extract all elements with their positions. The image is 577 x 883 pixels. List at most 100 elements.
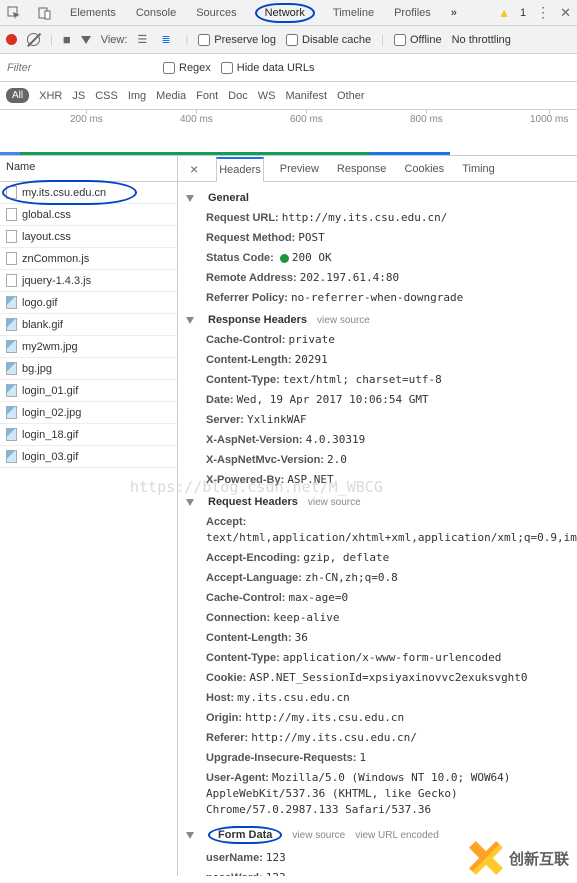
disclosure-triangle-icon [186, 317, 194, 324]
view-url-encoded-link[interactable]: view URL encoded [355, 830, 439, 841]
file-icon [6, 362, 17, 375]
header-value: http://my.its.csu.edu.cn [245, 711, 404, 724]
tab-network[interactable]: Network [255, 3, 315, 23]
file-name: my2wm.jpg [22, 341, 78, 353]
tab-cookies[interactable]: Cookies [402, 158, 446, 180]
type-xhr[interactable]: XHR [39, 90, 62, 102]
file-name: login_02.jpg [22, 407, 81, 419]
header-key: Remote Address: [206, 272, 297, 284]
header-key: userName: [206, 852, 263, 864]
header-value: 1 [359, 751, 366, 764]
regex-checkbox[interactable]: Regex [163, 62, 211, 74]
type-ws[interactable]: WS [258, 90, 276, 102]
header-row: Cache-Control: max-age=0 [186, 588, 573, 608]
large-rows-icon[interactable]: ☰ [137, 33, 151, 47]
view-source-link[interactable]: view source [308, 497, 361, 508]
inspect-icon[interactable] [6, 5, 21, 20]
tab-response[interactable]: Response [335, 158, 389, 180]
request-row[interactable]: znCommon.js [0, 248, 177, 270]
file-icon [6, 428, 17, 441]
tab-console[interactable]: Console [134, 2, 178, 24]
request-row[interactable]: jquery-1.4.3.js [0, 270, 177, 292]
type-media[interactable]: Media [156, 90, 186, 102]
disclosure-triangle-icon [186, 832, 194, 839]
file-name: bg.jpg [22, 363, 52, 375]
request-row[interactable]: login_02.jpg [0, 402, 177, 424]
header-value: max-age=0 [289, 591, 349, 604]
tab-sources[interactable]: Sources [194, 2, 238, 24]
request-row[interactable]: my2wm.jpg [0, 336, 177, 358]
device-icon[interactable] [37, 5, 52, 20]
tab-timing[interactable]: Timing [460, 158, 497, 180]
section-header[interactable]: Request Headersview source [186, 492, 573, 512]
type-manifest[interactable]: Manifest [285, 90, 327, 102]
filter-input[interactable] [4, 59, 153, 77]
view-source-link[interactable]: view source [292, 830, 345, 841]
request-row[interactable]: bg.jpg [0, 358, 177, 380]
file-name: my.its.csu.edu.cn [22, 187, 106, 199]
request-row[interactable]: blank.gif [0, 314, 177, 336]
type-filter-bar: All XHR JS CSS Img Media Font Doc WS Man… [0, 82, 577, 110]
tab-elements[interactable]: Elements [68, 2, 118, 24]
close-devtools-icon[interactable]: ✕ [560, 5, 571, 21]
header-row: X-AspNetMvc-Version: 2.0 [186, 450, 573, 470]
request-row[interactable]: login_03.gif [0, 446, 177, 468]
small-rows-icon[interactable]: ≣ [161, 33, 175, 47]
tab-timeline[interactable]: Timeline [331, 2, 376, 24]
request-row[interactable]: logo.gif [0, 292, 177, 314]
file-name: login_01.gif [22, 385, 78, 397]
header-key: Accept: [206, 516, 246, 528]
network-toolbar: | ■‍ View: ☰ ≣ | Preserve log Disable ca… [0, 26, 577, 54]
tab-more[interactable]: » [449, 2, 459, 24]
type-css[interactable]: CSS [95, 90, 118, 102]
request-row[interactable]: layout.css [0, 226, 177, 248]
section-header[interactable]: Response Headersview source [186, 310, 573, 330]
record-button[interactable] [6, 34, 17, 45]
close-details-icon[interactable]: × [186, 161, 202, 177]
footer-logo: 创新互联 [469, 841, 569, 875]
tick-800: 800 ms [410, 114, 443, 125]
throttling-select[interactable]: No throttling [452, 34, 511, 46]
hide-data-urls-checkbox[interactable]: Hide data URLs [221, 62, 315, 74]
menu-icon[interactable]: ⋮ [536, 4, 550, 21]
request-row[interactable]: login_01.gif [0, 380, 177, 402]
header-key: Request URL: [206, 212, 279, 224]
header-value: ASP.NET [287, 473, 333, 486]
type-img[interactable]: Img [128, 90, 146, 102]
type-js[interactable]: JS [72, 90, 85, 102]
header-key: Status Code: [206, 252, 274, 264]
view-source-link[interactable]: view source [317, 315, 370, 326]
main-split: Name my.its.csu.edu.cn global.csslayout.c… [0, 156, 577, 876]
type-other[interactable]: Other [337, 90, 365, 102]
request-row[interactable]: global.css [0, 204, 177, 226]
disable-cache-checkbox[interactable]: Disable cache [286, 34, 371, 46]
header-row: Connection: keep-alive [186, 608, 573, 628]
devtools-tabs: Elements Console Sources Network Timelin… [0, 0, 577, 26]
warning-icon[interactable]: ▲ [498, 6, 510, 20]
preserve-log-checkbox[interactable]: Preserve log [198, 34, 276, 46]
header-row: Server: YxlinkWAF [186, 410, 573, 430]
file-name: login_03.gif [22, 451, 78, 463]
header-key: User-Agent: [206, 772, 269, 784]
header-key: Cache-Control: [206, 592, 285, 604]
filter-bar: Regex Hide data URLs [0, 54, 577, 82]
offline-checkbox[interactable]: Offline [394, 34, 442, 46]
header-key: Referrer Policy: [206, 292, 288, 304]
capture-screenshot-icon[interactable]: ■‍ [63, 32, 71, 47]
section-header[interactable]: General [186, 188, 573, 208]
timeline-overview[interactable]: 200 ms 400 ms 600 ms 800 ms 1000 ms [0, 110, 577, 156]
request-row[interactable]: my.its.csu.edu.cn [0, 182, 177, 204]
name-column-header[interactable]: Name [0, 156, 177, 182]
request-row[interactable]: login_18.gif [0, 424, 177, 446]
filter-toggle-icon[interactable] [81, 36, 91, 44]
header-value: 4.0.30319 [306, 433, 366, 446]
tab-headers[interactable]: Headers [216, 157, 264, 182]
header-row: Request Method: POST [186, 228, 573, 248]
clear-button[interactable] [27, 33, 40, 46]
type-font[interactable]: Font [196, 90, 218, 102]
type-all[interactable]: All [6, 88, 29, 103]
type-doc[interactable]: Doc [228, 90, 248, 102]
tab-preview[interactable]: Preview [278, 158, 321, 180]
header-row: Referer: http://my.its.csu.edu.cn/ [186, 728, 573, 748]
tab-profiles[interactable]: Profiles [392, 2, 433, 24]
